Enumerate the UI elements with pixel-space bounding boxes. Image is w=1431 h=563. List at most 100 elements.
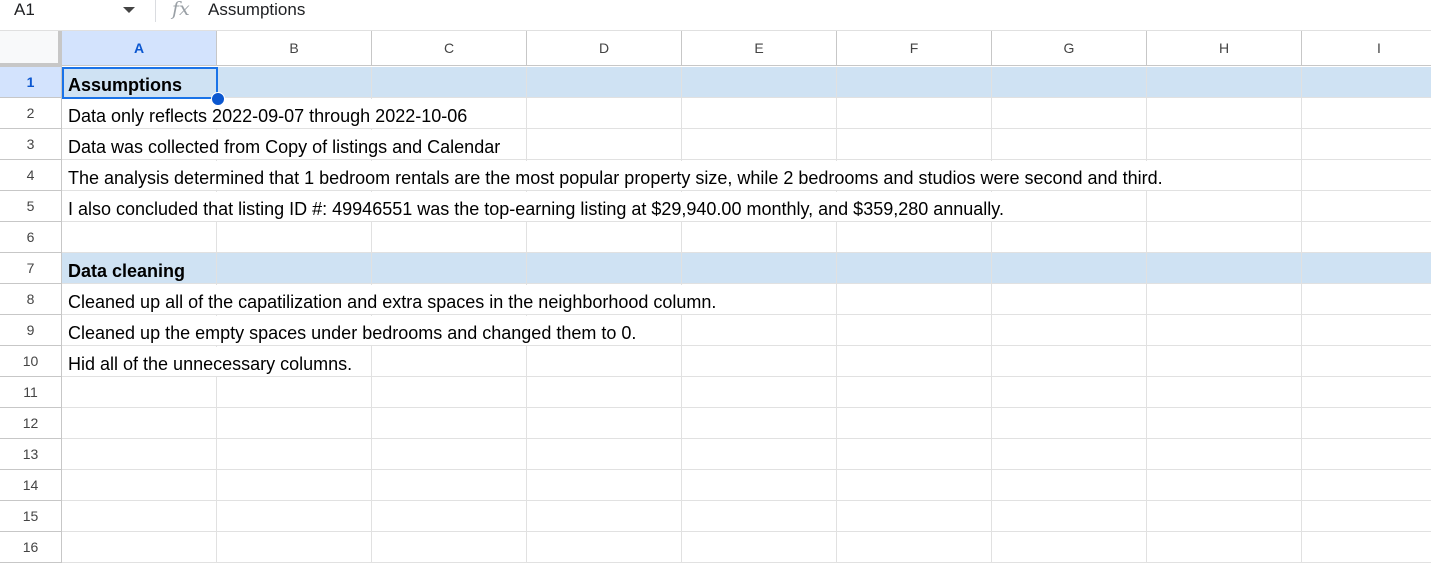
cell-f10[interactable] (837, 346, 992, 377)
cell-h2[interactable] (1147, 98, 1302, 129)
row-header-15[interactable]: 15 (0, 501, 62, 532)
cell-f9[interactable] (837, 315, 992, 346)
cell-g1[interactable] (992, 67, 1147, 98)
cell-h7[interactable] (1147, 253, 1302, 284)
row-header-2[interactable]: 2 (0, 98, 62, 129)
fill-handle[interactable] (211, 92, 225, 106)
cell-c14[interactable] (372, 470, 527, 501)
column-header-d[interactable]: D (527, 31, 682, 66)
cell-a14[interactable] (62, 470, 217, 501)
column-header-i[interactable]: I (1302, 31, 1431, 66)
cell-i14[interactable] (1302, 470, 1431, 501)
cell-e7[interactable] (682, 253, 837, 284)
cell-e10[interactable] (682, 346, 837, 377)
cell-i6[interactable] (1302, 222, 1431, 253)
cell-i5[interactable] (1302, 191, 1431, 222)
cell-f2[interactable] (837, 98, 992, 129)
cell-g5[interactable] (992, 191, 1147, 222)
cell-i8[interactable] (1302, 284, 1431, 315)
cell-c1[interactable] (372, 67, 527, 98)
cell-c7[interactable] (372, 253, 527, 284)
cell-a15[interactable] (62, 501, 217, 532)
cell-f12[interactable] (837, 408, 992, 439)
cell-f15[interactable] (837, 501, 992, 532)
cell-g12[interactable] (992, 408, 1147, 439)
cell-d6[interactable] (527, 222, 682, 253)
cell-a6[interactable] (62, 222, 217, 253)
cell-d10[interactable] (527, 346, 682, 377)
cell-c13[interactable] (372, 439, 527, 470)
cell-i4[interactable] (1302, 160, 1431, 191)
cell-f14[interactable] (837, 470, 992, 501)
row-header-5[interactable]: 5 (0, 191, 62, 222)
select-all-corner[interactable] (0, 31, 62, 67)
cell-h9[interactable] (1147, 315, 1302, 346)
cell-e6[interactable] (682, 222, 837, 253)
cell-e11[interactable] (682, 377, 837, 408)
cell-a13[interactable] (62, 439, 217, 470)
cell-b12[interactable] (217, 408, 372, 439)
cell-g10[interactable] (992, 346, 1147, 377)
cell-h14[interactable] (1147, 470, 1302, 501)
row-header-16[interactable]: 16 (0, 532, 62, 563)
cell-i9[interactable] (1302, 315, 1431, 346)
cell-d14[interactable] (527, 470, 682, 501)
cell-i2[interactable] (1302, 98, 1431, 129)
cell-g3[interactable] (992, 129, 1147, 160)
cell-d7[interactable] (527, 253, 682, 284)
cell-h12[interactable] (1147, 408, 1302, 439)
cell-d1[interactable] (527, 67, 682, 98)
name-box-dropdown-icon[interactable] (123, 7, 135, 13)
cell-b7[interactable] (217, 253, 372, 284)
cell-h16[interactable] (1147, 532, 1302, 563)
cell-c11[interactable] (372, 377, 527, 408)
row-header-1[interactable]: 1 (0, 67, 62, 98)
cell-f13[interactable] (837, 439, 992, 470)
cell-d3[interactable] (527, 129, 682, 160)
cell-d13[interactable] (527, 439, 682, 470)
cell-i7[interactable] (1302, 253, 1431, 284)
row-header-10[interactable]: 10 (0, 346, 62, 377)
cell-g2[interactable] (992, 98, 1147, 129)
column-header-a[interactable]: A (62, 31, 217, 66)
cell-g11[interactable] (992, 377, 1147, 408)
row-header-7[interactable]: 7 (0, 253, 62, 284)
cell-b16[interactable] (217, 532, 372, 563)
cell-h3[interactable] (1147, 129, 1302, 160)
cell-e9[interactable] (682, 315, 837, 346)
cell-b14[interactable] (217, 470, 372, 501)
cell-d12[interactable] (527, 408, 682, 439)
cell-i15[interactable] (1302, 501, 1431, 532)
cell-b15[interactable] (217, 501, 372, 532)
cell-g7[interactable] (992, 253, 1147, 284)
column-header-e[interactable]: E (682, 31, 837, 66)
cell-h6[interactable] (1147, 222, 1302, 253)
cell-f16[interactable] (837, 532, 992, 563)
row-header-11[interactable]: 11 (0, 377, 62, 408)
cell-i13[interactable] (1302, 439, 1431, 470)
row-header-9[interactable]: 9 (0, 315, 62, 346)
cell-i11[interactable] (1302, 377, 1431, 408)
cell-g13[interactable] (992, 439, 1147, 470)
row-header-12[interactable]: 12 (0, 408, 62, 439)
cell-g14[interactable] (992, 470, 1147, 501)
name-box[interactable]: A1 (14, 0, 35, 20)
cell-c16[interactable] (372, 532, 527, 563)
cell-h1[interactable] (1147, 67, 1302, 98)
cell-c15[interactable] (372, 501, 527, 532)
cell-a12[interactable] (62, 408, 217, 439)
cell-e2[interactable] (682, 98, 837, 129)
cell-c6[interactable] (372, 222, 527, 253)
cell-b1[interactable] (217, 67, 372, 98)
cell-e1[interactable] (682, 67, 837, 98)
cell-i16[interactable] (1302, 532, 1431, 563)
row-header-13[interactable]: 13 (0, 439, 62, 470)
cell-e13[interactable] (682, 439, 837, 470)
cell-g15[interactable] (992, 501, 1147, 532)
cell-g16[interactable] (992, 532, 1147, 563)
formula-input[interactable]: Assumptions (208, 0, 305, 20)
cell-h4[interactable] (1147, 160, 1302, 191)
cell-c10[interactable] (372, 346, 527, 377)
cell-f6[interactable] (837, 222, 992, 253)
cell-e3[interactable] (682, 129, 837, 160)
